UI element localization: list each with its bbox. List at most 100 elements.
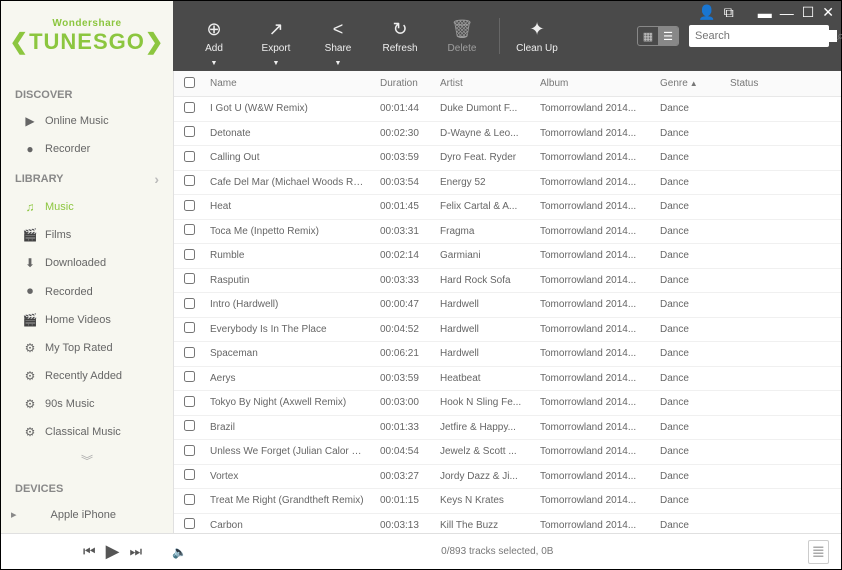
cell-album: Tomorrowland 2014... [534, 152, 654, 163]
col-duration[interactable]: Duration [374, 78, 434, 89]
item-label: Recorded [45, 286, 93, 298]
compact-icon[interactable]: ⧉ [724, 4, 734, 21]
sidebar-item-recently-added[interactable]: ⚙Recently Added [1, 362, 173, 390]
list-view-icon[interactable]: ☰ [658, 27, 678, 45]
table-row[interactable]: I Got U (W&W Remix)00:01:44Duke Dumont F… [174, 97, 841, 122]
item-icon: 🎬 [23, 228, 37, 242]
search-box[interactable]: ⌕ [689, 25, 829, 47]
sidebar-item-apple-iphone[interactable]: ▸Apple iPhone [1, 501, 173, 528]
play-icon[interactable]: ▶ [106, 541, 120, 562]
row-checkbox[interactable] [174, 494, 204, 508]
minimize-icon[interactable]: ▬ [758, 5, 772, 21]
col-genre[interactable]: Genre▲ [654, 78, 724, 89]
brand-product: ❮TUNESGO❯ [10, 29, 165, 55]
row-checkbox[interactable] [174, 273, 204, 287]
prev-icon[interactable]: ⏮ [83, 543, 96, 560]
item-label: My Top Rated [45, 342, 113, 354]
table-row[interactable]: Unless We Forget (Julian Calor Remix)00:… [174, 440, 841, 465]
table-row[interactable]: Intro (Hardwell)00:00:47HardwellTomorrow… [174, 293, 841, 318]
add-button[interactable]: ⊕Add▼ [183, 1, 245, 71]
row-checkbox[interactable] [174, 298, 204, 312]
section-library[interactable]: LIBRARY› [1, 163, 173, 193]
section-devices: DEVICES [1, 475, 173, 501]
table-row[interactable]: Carbon00:03:13Kill The BuzzTomorrowland … [174, 514, 841, 534]
cell-name: Unless We Forget (Julian Calor Remix) [204, 446, 374, 457]
row-checkbox[interactable] [174, 224, 204, 238]
expand-icon[interactable]: ▸ [11, 508, 17, 521]
maximize-icon[interactable]: ☐ [802, 4, 815, 21]
cell-name: Brazil [204, 422, 374, 433]
cell-genre: Dance [654, 177, 724, 188]
volume-icon[interactable]: 🔈 [172, 545, 187, 559]
cell-album: Tomorrowland 2014... [534, 324, 654, 335]
col-artist[interactable]: Artist [434, 78, 534, 89]
cell-name: Tokyo By Night (Axwell Remix) [204, 397, 374, 408]
table-row[interactable]: Spaceman00:06:21HardwellTomorrowland 201… [174, 342, 841, 367]
cell-genre: Dance [654, 250, 724, 261]
item-icon: 🎬 [23, 313, 37, 327]
next-icon[interactable]: ⏭ [129, 543, 142, 560]
search-icon[interactable]: ⌕ [837, 28, 842, 44]
row-checkbox[interactable] [174, 322, 204, 336]
cleanup-button[interactable]: ✦Clean Up [506, 1, 568, 71]
table-row[interactable]: Heat00:01:45Felix Cartal & A...Tomorrowl… [174, 195, 841, 220]
delete-button[interactable]: 🗑Delete [431, 1, 493, 71]
grid-view-icon[interactable]: ▦ [638, 27, 658, 45]
sidebar-item-classical-music[interactable]: ⚙Classical Music [1, 418, 173, 446]
view-toggle[interactable]: ▦ ☰ [637, 26, 679, 46]
export-button[interactable]: ↗Export▼ [245, 1, 307, 71]
cell-name: Aerys [204, 373, 374, 384]
sidebar-item-recorder[interactable]: ●Recorder [1, 135, 173, 163]
cell-album: Tomorrowland 2014... [534, 103, 654, 114]
row-checkbox[interactable] [174, 151, 204, 165]
table-row[interactable]: Everybody Is In The Place00:04:52Hardwel… [174, 318, 841, 343]
row-checkbox[interactable] [174, 175, 204, 189]
table-row[interactable]: Calling Out00:03:59Dyro Feat. RyderTomor… [174, 146, 841, 171]
row-checkbox[interactable] [174, 518, 204, 532]
sidebar-item-90s-music[interactable]: ⚙90s Music [1, 390, 173, 418]
sidebar-item-films[interactable]: 🎬Films [1, 221, 173, 249]
select-all[interactable] [174, 77, 204, 91]
share-button[interactable]: <Share▼ [307, 1, 369, 71]
row-checkbox[interactable] [174, 371, 204, 385]
table-row[interactable]: Detonate00:02:30D-Wayne & Leo...Tomorrow… [174, 122, 841, 147]
row-checkbox[interactable] [174, 445, 204, 459]
table-row[interactable]: Rumble00:02:14GarmianiTomorrowland 2014.… [174, 244, 841, 269]
user-icon[interactable]: 👤 [698, 4, 715, 21]
row-checkbox[interactable] [174, 102, 204, 116]
table-row[interactable]: Cafe Del Mar (Michael Woods Remix)00:03:… [174, 171, 841, 196]
sidebar-item-downloaded[interactable]: ⬇Downloaded [1, 249, 173, 277]
restore-icon[interactable]: — [780, 5, 794, 21]
row-checkbox[interactable] [174, 249, 204, 263]
row-checkbox[interactable] [174, 469, 204, 483]
search-input[interactable] [695, 30, 837, 42]
col-name[interactable]: Name [204, 78, 374, 89]
row-checkbox[interactable] [174, 347, 204, 361]
col-album[interactable]: Album [534, 78, 654, 89]
table-row[interactable]: Tokyo By Night (Axwell Remix)00:03:00Hoo… [174, 391, 841, 416]
sidebar-item-recorded[interactable]: ⏺Recorded [1, 277, 173, 306]
table-row[interactable]: Vortex00:03:27Jordy Dazz & Ji...Tomorrow… [174, 465, 841, 490]
cell-genre: Dance [654, 471, 724, 482]
sidebar-item-music[interactable]: ♫Music [1, 193, 173, 221]
close-icon[interactable]: ✕ [822, 4, 834, 21]
row-checkbox[interactable] [174, 126, 204, 140]
table-row[interactable]: Rasputin00:03:33Hard Rock SofaTomorrowla… [174, 269, 841, 294]
sidebar-item-home-videos[interactable]: 🎬Home Videos [1, 306, 173, 334]
table-row[interactable]: Brazil00:01:33Jetfire & Happy...Tomorrow… [174, 416, 841, 441]
item-icon: ⚙ [23, 425, 37, 439]
sidebar-item-my-top-rated[interactable]: ⚙My Top Rated [1, 334, 173, 362]
table-row[interactable]: Toca Me (Inpetto Remix)00:03:31FragmaTom… [174, 220, 841, 245]
refresh-button[interactable]: ↻Refresh [369, 1, 431, 71]
table-row[interactable]: Aerys00:03:59HeatbeatTomorrowland 2014..… [174, 367, 841, 392]
row-checkbox[interactable] [174, 420, 204, 434]
item-label: Online Music [45, 115, 109, 127]
sidebar-item-online-music[interactable]: ▶Online Music [1, 107, 173, 135]
queue-icon[interactable]: ≣ [808, 540, 829, 564]
row-checkbox[interactable] [174, 200, 204, 214]
col-status[interactable]: Status [724, 78, 784, 89]
table-row[interactable]: Treat Me Right (Grandtheft Remix)00:01:1… [174, 489, 841, 514]
row-checkbox[interactable] [174, 396, 204, 410]
cell-artist: Energy 52 [434, 177, 534, 188]
expand-toggle[interactable]: ︾ [1, 446, 173, 475]
